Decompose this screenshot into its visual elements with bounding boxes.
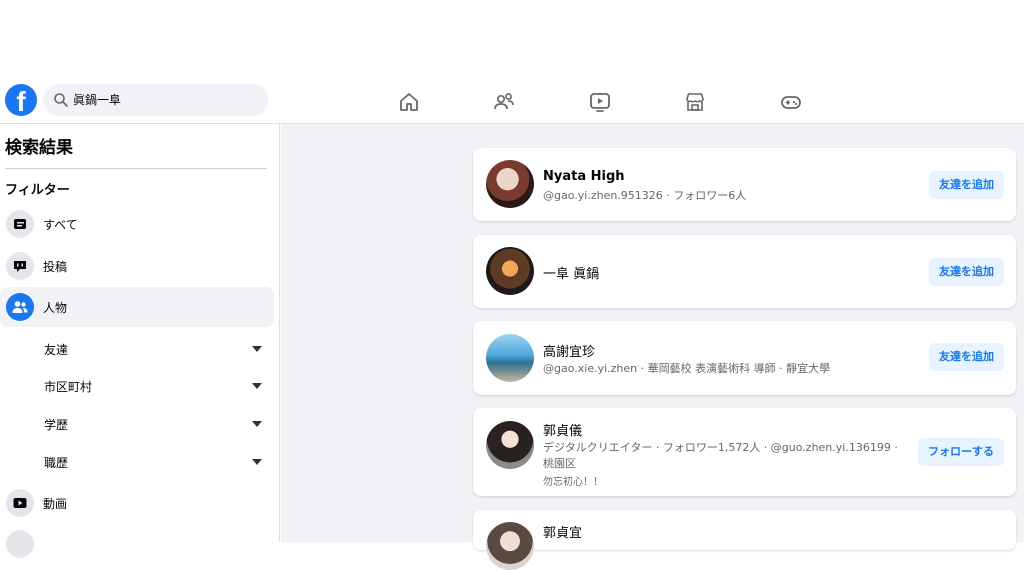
search-input[interactable]: 眞鍋一阜 [73, 91, 121, 108]
result-card[interactable]: 高謝宜珍 @gao.xie.yi.zhen · 華岡藝校 表演藝術科 導師 · … [473, 321, 1016, 395]
sidebar-item-label: 人物 [43, 301, 68, 315]
follow-button[interactable]: フォローする [918, 438, 1004, 466]
search-sidebar: 検索結果 フィルター すべて 投稿 人物 友達 市区町村 学歴 職歴 動画 [0, 124, 280, 558]
result-card[interactable]: 一阜 眞鍋 友達を追加 [473, 235, 1016, 308]
subfilter-label: 市区町村 [44, 380, 93, 394]
sidebar-item-all[interactable]: すべて [0, 204, 274, 244]
avatar[interactable] [486, 160, 534, 208]
result-location: 桃園区 [543, 457, 576, 470]
search-icon [54, 93, 68, 107]
sidebar-item-label: 投稿 [43, 260, 68, 274]
partial-icon [6, 530, 34, 558]
result-card[interactable]: 郭貞宜 [473, 510, 1016, 570]
gaming-icon[interactable] [779, 90, 803, 114]
caret-down-icon [252, 346, 262, 352]
caret-down-icon [252, 383, 262, 389]
subfilter-label: 学歴 [44, 418, 69, 432]
results-area: Nyata High @gao.yi.zhen.951326 · フォロワー6人… [281, 124, 1024, 570]
add-friend-button[interactable]: 友達を追加 [929, 258, 1004, 286]
home-icon[interactable] [397, 90, 421, 114]
result-name[interactable]: 一阜 眞鍋 [543, 263, 599, 282]
search-box[interactable]: 眞鍋一阜 [43, 84, 268, 116]
sidebar-item-people[interactable]: 人物 [0, 287, 274, 327]
caret-down-icon [252, 459, 262, 465]
subfilter-education[interactable]: 学歴 [0, 406, 274, 440]
result-bio: 勿忘初心！！ [543, 477, 603, 488]
video-icon [6, 489, 34, 517]
sidebar-item-label: すべて [43, 218, 78, 232]
header-bar: f 眞鍋一阜 [0, 78, 1024, 124]
marketplace-icon[interactable] [683, 90, 707, 114]
feed-icon [6, 210, 34, 238]
avatar[interactable] [486, 334, 534, 382]
subfilter-label: 職歴 [44, 456, 69, 470]
result-name[interactable]: 郭貞儀 [543, 420, 582, 439]
subfilter-work[interactable]: 職歴 [0, 444, 274, 478]
result-name[interactable]: 高謝宜珍 [543, 341, 595, 360]
sidebar-item-videos[interactable]: 動画 [0, 483, 274, 523]
result-details: デジタルクリエイター · フォロワー1,572人 · @guo.zhen.yi.… [543, 441, 898, 454]
result-card[interactable]: 郭貞儀 デジタルクリエイター · フォロワー1,572人 · @guo.zhen… [473, 408, 1016, 496]
result-name[interactable]: Nyata High [543, 169, 625, 184]
result-name[interactable]: 郭貞宜 [543, 522, 582, 541]
filters-heading: フィルター [5, 183, 70, 198]
result-card[interactable]: Nyata High @gao.yi.zhen.951326 · フォロワー6人… [473, 148, 1016, 221]
add-friend-button[interactable]: 友達を追加 [929, 343, 1004, 371]
post-icon [6, 252, 34, 280]
sidebar-item-label: 動画 [43, 497, 68, 511]
sidebar-item-partial[interactable] [0, 524, 274, 564]
people-icon [6, 293, 34, 321]
subfilter-city[interactable]: 市区町村 [0, 368, 274, 402]
divider [5, 168, 267, 169]
top-blank-area [0, 0, 1024, 78]
caret-down-icon [252, 421, 262, 427]
subfilter-label: 友達 [44, 343, 69, 357]
avatar[interactable] [486, 247, 534, 295]
subfilter-friends[interactable]: 友達 [0, 331, 274, 365]
watch-icon[interactable] [588, 90, 612, 114]
sidebar-item-posts[interactable]: 投稿 [0, 246, 274, 286]
add-friend-button[interactable]: 友達を追加 [929, 171, 1004, 199]
avatar[interactable] [486, 421, 534, 469]
friends-icon[interactable] [492, 90, 516, 114]
facebook-logo[interactable]: f [5, 84, 37, 116]
result-details: @gao.xie.yi.zhen · 華岡藝校 表演藝術科 導師 · 靜宜大學 [543, 362, 831, 375]
avatar[interactable] [486, 522, 534, 570]
sidebar-title: 検索結果 [5, 138, 73, 158]
result-details: @gao.yi.zhen.951326 · フォロワー6人 [543, 189, 747, 202]
